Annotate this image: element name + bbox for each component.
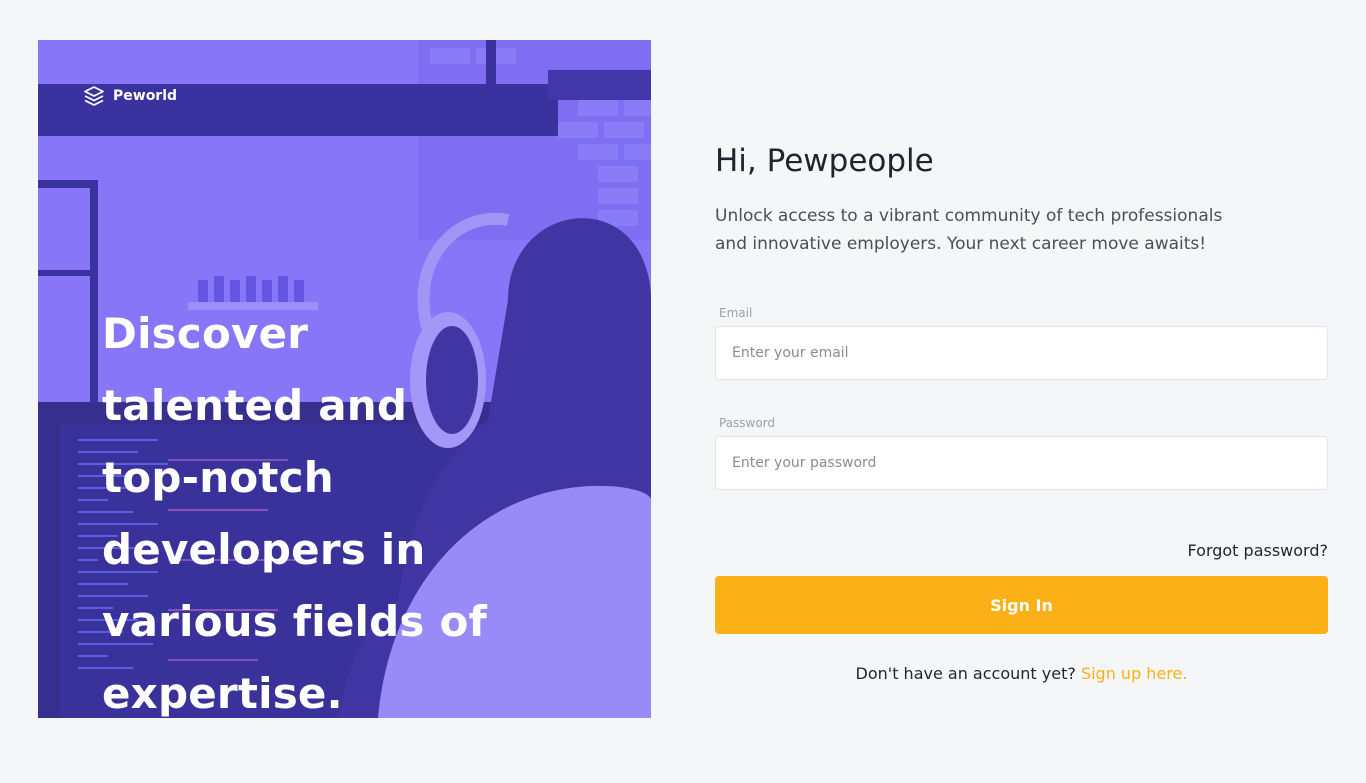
sign-up-link[interactable]: Sign up here. bbox=[1081, 664, 1188, 683]
password-label: Password bbox=[719, 416, 776, 430]
signup-prompt-text: Don't have an account yet? bbox=[855, 664, 1076, 683]
login-form: Hi, Pewpeople Unlock access to a vibrant… bbox=[715, 140, 1328, 683]
forgot-password-row: Forgot password? bbox=[715, 540, 1328, 562]
hero-panel: Peworld Discover talented and top-notch … bbox=[38, 40, 651, 718]
page-title: Hi, Pewpeople bbox=[715, 143, 934, 179]
stacked-layers-icon bbox=[84, 86, 104, 106]
brand-logo[interactable]: Peworld bbox=[82, 84, 177, 108]
intro-text: Unlock access to a vibrant community of … bbox=[715, 206, 1223, 254]
forgot-password-link[interactable]: Forgot password? bbox=[1188, 541, 1328, 560]
signup-prompt: Don't have an account yet? Sign up here. bbox=[715, 664, 1328, 683]
brand-name: Peworld bbox=[113, 88, 178, 104]
password-field[interactable] bbox=[715, 436, 1328, 490]
sign-in-button[interactable]: Sign In bbox=[715, 576, 1328, 634]
hero-headline: Discover talented and top-notch develope… bbox=[102, 309, 487, 718]
email-field[interactable] bbox=[715, 326, 1328, 380]
email-label: Email bbox=[719, 306, 753, 320]
